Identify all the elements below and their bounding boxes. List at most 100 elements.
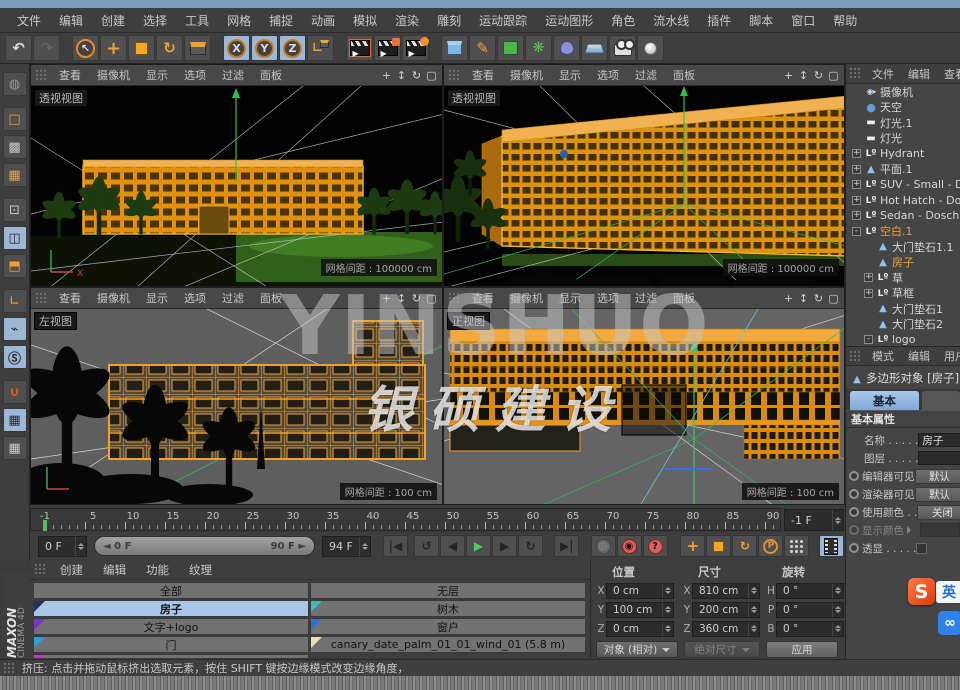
viewport-canvas-left-view[interactable]	[31, 309, 443, 505]
om-item-sky[interactable]: 天空	[848, 100, 960, 116]
om-menu-edit[interactable]: 编辑	[901, 66, 937, 82]
size-x-field[interactable]: 810 cm	[692, 583, 760, 599]
pan-view-icon[interactable]: +	[379, 69, 394, 82]
menu-file[interactable]: 文件	[8, 12, 50, 29]
next-frame-icon[interactable]: ▶	[492, 535, 517, 557]
pan-view-icon[interactable]: +	[379, 292, 394, 305]
om-item-light[interactable]: 灯光	[848, 131, 960, 147]
expander-icon[interactable]: +	[852, 196, 861, 205]
render-view-icon[interactable]	[346, 35, 373, 61]
use-color-dropdown[interactable]: 关闭	[917, 505, 960, 520]
menu-help[interactable]: 帮助	[824, 12, 866, 29]
viewport-canvas-front-view[interactable]	[444, 309, 845, 505]
vp-menu-cameras[interactable]: 摄像机	[89, 67, 138, 83]
maximize-view-icon[interactable]: ▢	[826, 292, 841, 305]
expander-icon[interactable]: +	[852, 180, 861, 189]
dolly-view-icon[interactable]: ↕	[796, 292, 811, 305]
key-pla-icon[interactable]	[784, 535, 809, 557]
workplane-lock-icon[interactable]: ▦	[3, 408, 27, 432]
layer-cell-door[interactable]: 门	[33, 636, 309, 653]
texture-mode-icon[interactable]: ▩	[3, 135, 27, 159]
menu-pipeline[interactable]: 流水线	[644, 12, 698, 29]
layer-cell-nolayer[interactable]: 无层	[310, 582, 586, 599]
workplane-mode-icon[interactable]: ▦	[3, 163, 27, 187]
vp-menu-filter[interactable]: 过滤	[627, 67, 665, 83]
key-parameter-icon[interactable]: P	[758, 535, 783, 557]
size-mode-dropdown[interactable]: 绝对尺寸	[684, 641, 760, 658]
snap-magnet-icon[interactable]: ∪	[3, 380, 27, 404]
panel-grip-icon[interactable]	[35, 69, 48, 82]
menu-motion-tracker[interactable]: 运动跟踪	[470, 12, 536, 29]
vp-menu-panel[interactable]: 面板	[252, 290, 290, 306]
tweak-mode-icon[interactable]: ⌁	[3, 317, 27, 341]
om-item-null-1[interactable]: -空白.1	[848, 224, 960, 240]
om-item-plane-1[interactable]: +平面.1	[848, 162, 960, 178]
om-item-camera[interactable]: 摄像机	[848, 84, 960, 100]
vp-menu-cameras[interactable]: 摄像机	[502, 290, 551, 306]
menu-script[interactable]: 脚本	[740, 12, 782, 29]
panel-grip-icon[interactable]	[34, 563, 47, 576]
light-icon[interactable]	[637, 35, 664, 61]
keyframe-toggle-icon[interactable]	[849, 543, 859, 553]
rotation-p-field[interactable]: 0 °	[776, 602, 844, 618]
add-generator-icon[interactable]	[497, 35, 524, 61]
lp-menu-texture[interactable]: 纹理	[179, 562, 222, 578]
sogou-ime-icon[interactable]: S	[908, 578, 935, 605]
key-rotation-icon[interactable]: ↻	[732, 535, 757, 557]
goto-start-icon[interactable]: |◀	[383, 535, 408, 557]
autokey-icon[interactable]: ◉	[617, 535, 642, 557]
menu-simulate[interactable]: 模拟	[344, 12, 386, 29]
layer-cell-thuja[interactable]: thuja_01 (0.78 m)	[33, 654, 309, 658]
vp-menu-display[interactable]: 显示	[551, 67, 589, 83]
coordinate-system-icon[interactable]: ∟	[307, 35, 334, 61]
add-primitive-icon[interactable]	[441, 35, 468, 61]
layer-input[interactable]	[918, 451, 960, 465]
keyframe-help-icon[interactable]: ?	[643, 535, 668, 557]
scale-tool-icon[interactable]	[128, 35, 155, 61]
am-menu-mode[interactable]: 模式	[865, 348, 901, 364]
apply-button[interactable]: 应用	[766, 641, 838, 658]
coord-mode-dropdown[interactable]: 对象 (相对)	[596, 641, 678, 658]
panel-grip-icon[interactable]	[448, 292, 461, 305]
expander-icon[interactable]: +	[852, 165, 861, 174]
ime-link-icon[interactable]: ∞	[938, 611, 960, 635]
vp-menu-view[interactable]: 查看	[464, 67, 502, 83]
vp-menu-panel[interactable]: 面板	[252, 67, 290, 83]
rotation-b-field[interactable]: 0 °	[776, 621, 844, 637]
record-icon[interactable]: ◎	[591, 535, 616, 557]
workplane-rotate-icon[interactable]: ▦	[3, 436, 27, 460]
om-item-grass-frame[interactable]: +草框	[848, 286, 960, 302]
rotate-tool-icon[interactable]: ↻	[156, 35, 183, 61]
om-menu-file[interactable]: 文件	[865, 66, 901, 82]
menu-window[interactable]: 窗口	[782, 12, 824, 29]
vp-menu-filter[interactable]: 过滤	[214, 290, 252, 306]
render-settings-icon[interactable]	[402, 35, 429, 61]
ime-language-indicator[interactable]: 英	[936, 581, 960, 603]
menu-mograph[interactable]: 运动图形	[536, 12, 602, 29]
display-color-swatch[interactable]	[920, 523, 960, 537]
vp-menu-cameras[interactable]: 摄像机	[89, 290, 138, 306]
maximize-view-icon[interactable]: ▢	[826, 69, 841, 82]
points-mode-icon[interactable]: ⊡	[3, 198, 27, 222]
rotate-view-icon[interactable]: ↻	[811, 292, 826, 305]
position-x-field[interactable]: 0 cm	[606, 583, 674, 599]
z-axis-lock-button[interactable]: Z	[279, 35, 306, 61]
viewport-canvas-perspective-1[interactable]: X	[31, 86, 443, 287]
camera-icon[interactable]	[609, 35, 636, 61]
keyframe-toggle-icon[interactable]	[849, 507, 859, 517]
expander-icon[interactable]: +	[852, 149, 861, 158]
menu-render[interactable]: 渲染	[386, 12, 428, 29]
om-item-house[interactable]: 房子	[848, 255, 960, 271]
vp-menu-display[interactable]: 显示	[551, 290, 589, 306]
om-item-sedan[interactable]: +Sedan - Dosch Des	[848, 208, 960, 224]
vp-menu-panel[interactable]: 面板	[665, 67, 703, 83]
vp-menu-display[interactable]: 显示	[138, 67, 176, 83]
om-item-grass[interactable]: +草	[848, 270, 960, 286]
key-position-icon[interactable]: +	[680, 535, 705, 557]
maximize-view-icon[interactable]: ▢	[424, 69, 439, 82]
expander-icon[interactable]: +	[864, 289, 873, 298]
tab-basic[interactable]: 基本	[850, 391, 919, 410]
range-start-field[interactable]: 0 F	[38, 536, 87, 557]
layer-cell-windows[interactable]: 窗户	[310, 618, 586, 635]
maximize-view-icon[interactable]: ▢	[424, 292, 439, 305]
